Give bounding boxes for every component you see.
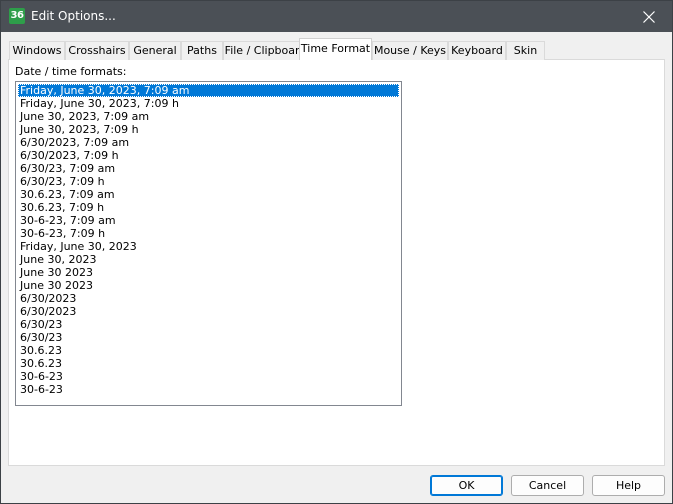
list-item[interactable]: 6/30/23, 7:09 h [18, 175, 399, 188]
list-item[interactable]: June 30, 2023, 7:09 h [18, 123, 399, 136]
list-item[interactable]: 6/30/23 [18, 318, 399, 331]
list-item[interactable]: June 30, 2023 [18, 253, 399, 266]
list-item[interactable]: June 30, 2023, 7:09 am [18, 110, 399, 123]
list-item[interactable]: 6/30/23, 7:09 am [18, 162, 399, 175]
list-item[interactable]: 6/30/2023 [18, 292, 399, 305]
ok-button[interactable]: OK [430, 475, 503, 496]
list-item[interactable]: 6/30/2023, 7:09 am [18, 136, 399, 149]
tab-mouse-keys[interactable]: Mouse / Keys [372, 41, 448, 60]
window-title: Edit Options... [31, 9, 116, 23]
list-item[interactable]: 30.6.23, 7:09 am [18, 188, 399, 201]
list-item[interactable]: 30-6-23, 7:09 am [18, 214, 399, 227]
help-button[interactable]: Help [592, 475, 665, 496]
list-item[interactable]: 6/30/23 [18, 331, 399, 344]
list-item[interactable]: 30.6.23 [18, 357, 399, 370]
close-button[interactable] [626, 1, 672, 32]
close-icon [643, 11, 655, 23]
list-item[interactable]: June 30 2023 [18, 279, 399, 292]
list-item[interactable]: 30.6.23, 7:09 h [18, 201, 399, 214]
tab-file-clipboard[interactable]: File / Clipboard [223, 41, 308, 60]
app-icon: 36 [9, 8, 25, 24]
title-bar[interactable]: 36 Edit Options... [1, 1, 672, 32]
cancel-button[interactable]: Cancel [511, 475, 584, 496]
tab-time-format[interactable]: Time Format [299, 38, 372, 60]
list-item[interactable]: Friday, June 30, 2023 [18, 240, 399, 253]
tab-crosshairs[interactable]: Crosshairs [65, 41, 129, 60]
list-item[interactable]: 30-6-23, 7:09 h [18, 227, 399, 240]
list-item[interactable]: Friday, June 30, 2023, 7:09 h [18, 97, 399, 110]
list-item[interactable]: 30.6.23 [18, 344, 399, 357]
tab-keyboard[interactable]: Keyboard [448, 41, 506, 60]
list-item[interactable]: 30-6-23 [18, 370, 399, 383]
date-time-formats-label: Date / time formats: [15, 65, 127, 78]
list-item[interactable]: Friday, June 30, 2023, 7:09 am [18, 84, 399, 97]
tab-windows[interactable]: Windows [9, 41, 65, 60]
date-time-formats-list[interactable]: Friday, June 30, 2023, 7:09 am Friday, J… [15, 81, 402, 406]
list-item[interactable]: 30-6-23 [18, 383, 399, 396]
options-dialog: 36 Edit Options... Windows Crosshairs Ge… [0, 0, 673, 504]
tab-skin[interactable]: Skin [506, 41, 545, 60]
tab-paths[interactable]: Paths [181, 41, 223, 60]
tab-general[interactable]: General [129, 41, 181, 60]
list-item[interactable]: 6/30/2023 [18, 305, 399, 318]
list-item[interactable]: 6/30/2023, 7:09 h [18, 149, 399, 162]
list-item[interactable]: June 30 2023 [18, 266, 399, 279]
